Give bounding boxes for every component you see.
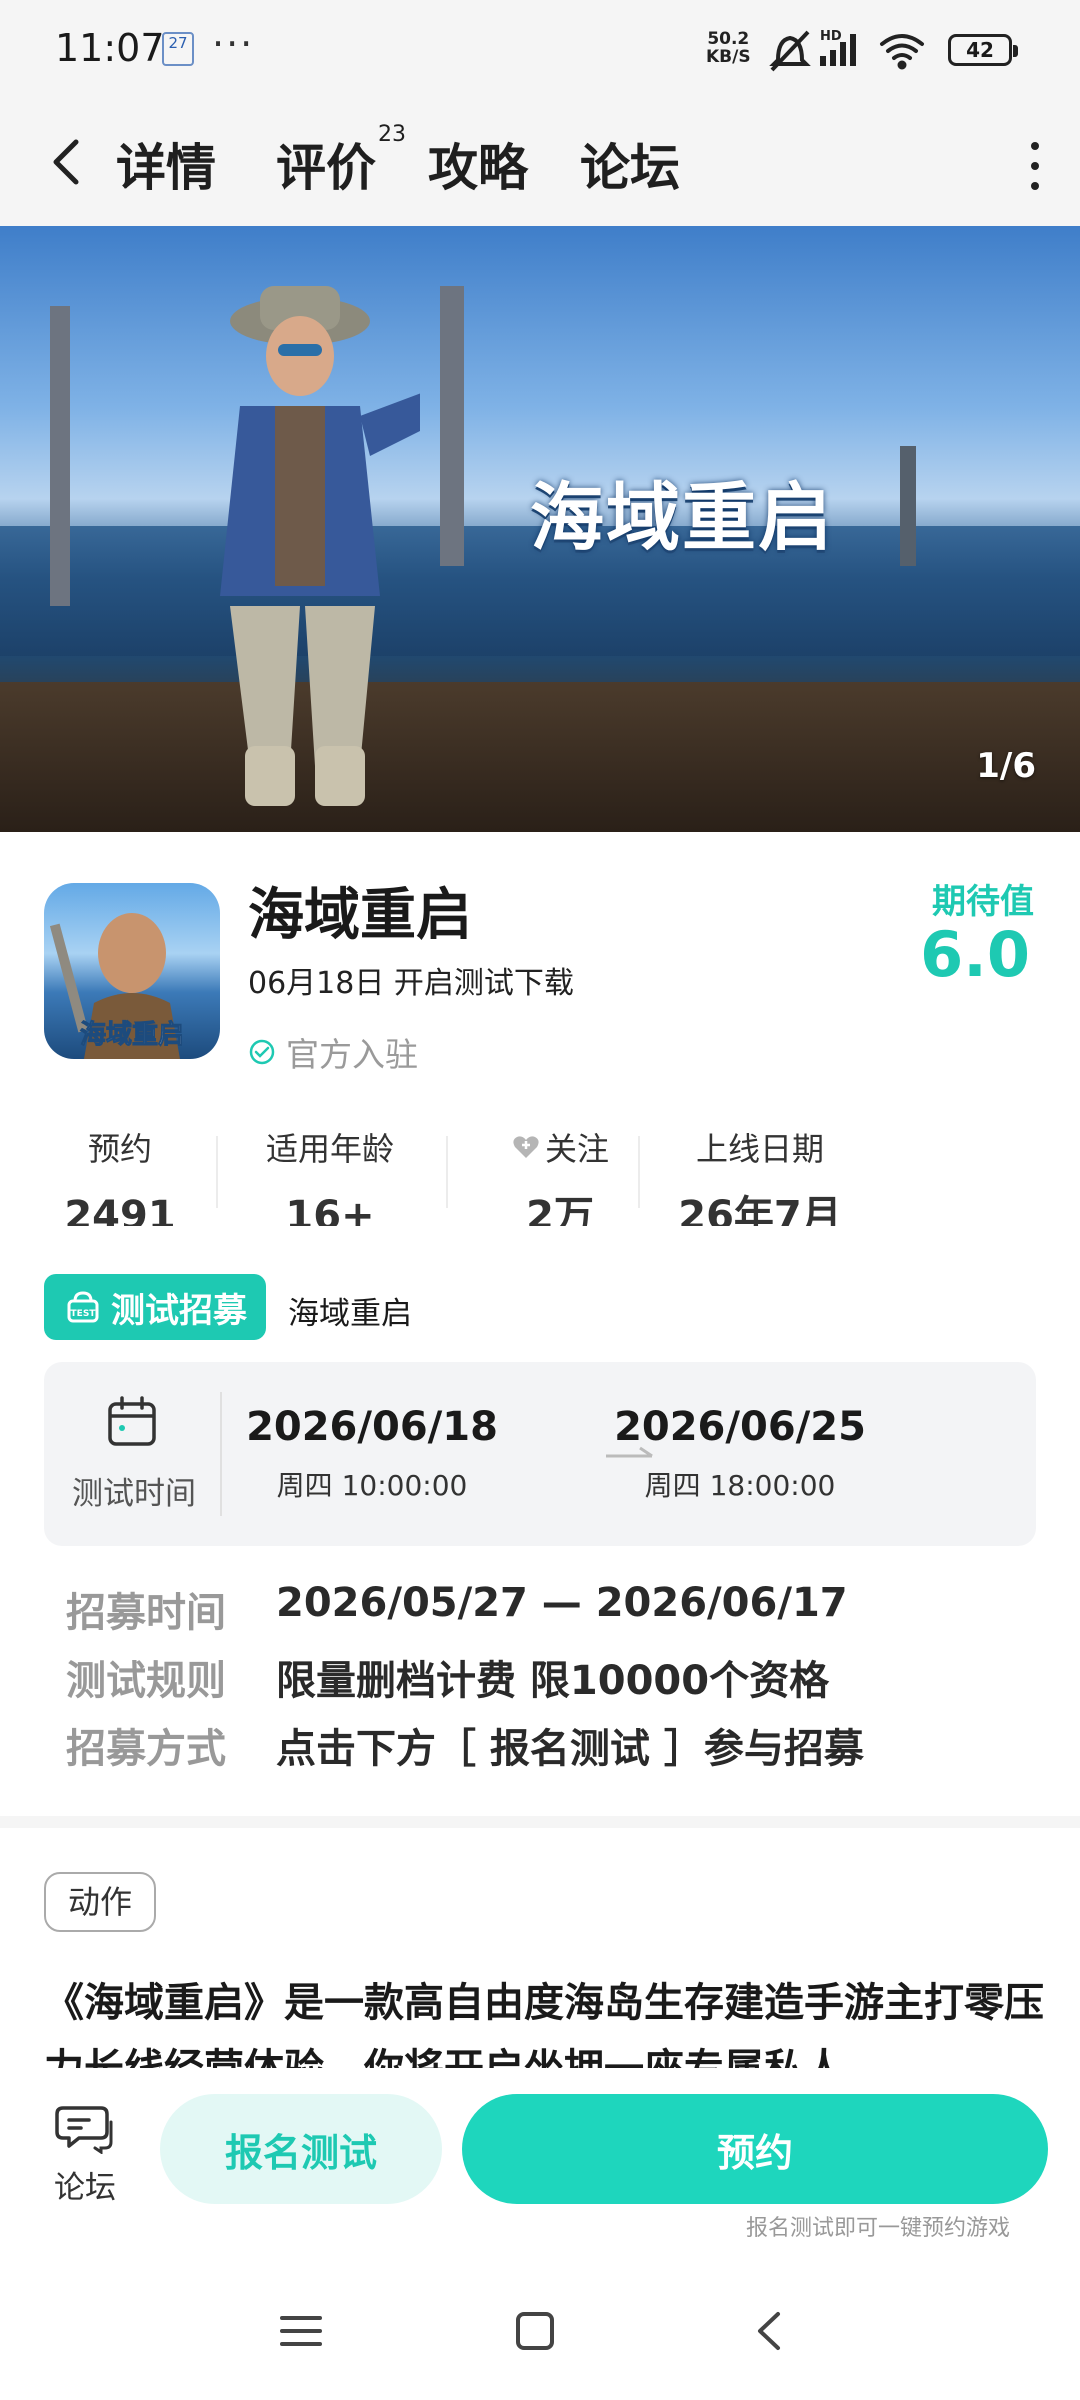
official-label: 官方入驻 xyxy=(286,1035,418,1074)
stat-reservations-label: 预约 xyxy=(87,1130,152,1168)
game-release-info: 06月18日 开启测试下载 xyxy=(248,966,574,1001)
system-nav-bar xyxy=(0,2258,1080,2400)
stat-age-label: 适用年龄 xyxy=(265,1130,394,1168)
recruit-game-name: 海域重启 xyxy=(288,1296,412,1332)
tab-forum-label: 论坛 xyxy=(580,139,680,197)
rule-value: 2026/05/27 — 2026/06/17 xyxy=(276,1580,848,1626)
calendar-notification-icon: 27 xyxy=(162,32,194,66)
stat-reservations: 预约 2491 xyxy=(60,1124,180,1226)
banner-page-counter: 1/6 xyxy=(976,746,1036,786)
tab-details-label: 详情 xyxy=(116,139,216,197)
banner-oil-rig xyxy=(50,306,70,606)
banner-ship xyxy=(900,446,916,566)
stat-divider xyxy=(446,1136,448,1208)
heart-plus-icon xyxy=(513,1136,539,1158)
tab-guides-label: 攻略 xyxy=(428,139,528,197)
mute-icon xyxy=(769,30,811,72)
rule-row-recruit-method: 招募方式 点击下方［ 报名测试 ］参与招募 xyxy=(66,1716,864,1774)
test-end-time: 周四 18:00:00 xyxy=(644,1469,836,1502)
stat-followers-value: 2万 xyxy=(526,1193,594,1226)
stat-age-value: 16+ xyxy=(285,1193,375,1226)
back-nav-icon[interactable] xyxy=(746,2306,796,2356)
banner-dock xyxy=(0,682,1080,832)
expectation-score: 6.0 xyxy=(920,918,1030,991)
calendar-icon xyxy=(108,1396,156,1446)
test-icon: TEST xyxy=(67,1291,99,1323)
game-icon: 海域重启 xyxy=(44,883,220,1059)
tab-details[interactable]: 详情 xyxy=(112,128,220,208)
wifi-icon xyxy=(880,34,924,70)
forum-label: 论坛 xyxy=(54,2170,116,2206)
battery-icon: 42 xyxy=(948,34,1018,66)
more-options-button[interactable] xyxy=(1020,136,1050,196)
test-time-card: 测试时间 2026/06/18 周四 10:00:00 2026/06/25 周… xyxy=(44,1362,1036,1546)
status-time: 11:07 xyxy=(55,26,165,70)
rule-value: 点击下方［ 报名测试 ］参与招募 xyxy=(276,1726,864,1772)
test-time-label: 测试时间 xyxy=(72,1476,196,1512)
banner-tower xyxy=(440,286,464,566)
reserve-button[interactable]: 预约 xyxy=(462,2094,1048,2204)
game-description: 《海域重启》是一款高自由度海岛生存建造手游主打零压力长线经营体验，你将开启坐拥一… xyxy=(44,1980,1044,2068)
rule-label: 测试规则 xyxy=(66,1658,226,1704)
bottom-action-bar: 论坛 报名测试 预约 报名测试即可一键预约游戏 xyxy=(0,2068,1080,2258)
stat-launch-label: 上线日期 xyxy=(695,1130,824,1168)
tab-reviews[interactable]: 评价 23 xyxy=(276,122,406,200)
tab-reviews-label: 评价 xyxy=(276,139,376,197)
test-card-divider xyxy=(220,1392,222,1516)
banner-character xyxy=(220,286,420,806)
home-icon[interactable] xyxy=(510,2306,560,2356)
verified-check-icon xyxy=(249,1039,275,1065)
rule-label: 招募时间 xyxy=(66,1590,226,1636)
stat-launch-date: 上线日期 26年7月 xyxy=(660,1124,860,1226)
forum-button[interactable]: 论坛 xyxy=(40,2102,130,2212)
stat-divider xyxy=(638,1136,640,1208)
tab-guides[interactable]: 攻略 xyxy=(428,128,528,200)
test-time-header: 测试时间 xyxy=(44,1362,220,1546)
tab-forum[interactable]: 论坛 xyxy=(580,128,680,200)
hd-label: HD xyxy=(820,29,842,44)
section-divider xyxy=(0,1816,1080,1828)
test-start-date: 2026/06/18 xyxy=(246,1404,498,1450)
expectation-label: 期待值 xyxy=(932,882,1034,922)
rule-row-recruit-time: 招募时间 2026/05/27 — 2026/06/17 xyxy=(66,1580,848,1638)
genre-tag[interactable]: 动作 xyxy=(44,1872,157,1932)
stat-divider xyxy=(216,1136,218,1208)
official-badge: 官方入驻 xyxy=(248,1028,418,1076)
banner-game-logo: 海域重启 xyxy=(530,475,834,561)
back-button[interactable] xyxy=(40,130,96,194)
test-start: 2026/06/18 周四 10:00:00 xyxy=(242,1404,502,1504)
test-recruit-label: 测试招募 xyxy=(111,1290,247,1331)
network-speed-unit: KB/S xyxy=(706,47,751,67)
network-speed-value: 50.2 xyxy=(707,29,750,49)
stat-followers-text: 关注 xyxy=(544,1130,609,1168)
stat-followers[interactable]: 关注 2万 xyxy=(480,1124,640,1226)
stat-reservations-value: 2491 xyxy=(64,1193,176,1226)
test-recruit-badge: TEST 测试招募 xyxy=(44,1274,266,1340)
test-end: 2026/06/25 周四 18:00:00 xyxy=(610,1404,870,1504)
test-start-time: 周四 10:00:00 xyxy=(276,1469,468,1502)
reserve-hint: 报名测试即可一键预约游戏 xyxy=(745,2216,1010,2241)
status-bar: 11:07 27 ··· 50.2 KB/S HD 42 xyxy=(0,0,1080,100)
signup-test-button[interactable]: 报名测试 xyxy=(160,2094,442,2204)
network-speed: 50.2 KB/S xyxy=(706,30,751,66)
game-icon-art: 海域重启 xyxy=(49,913,185,1059)
rule-row-test-rules: 测试规则 限量删档计费 限10000个资格 xyxy=(66,1648,829,1706)
test-end-date: 2026/06/25 xyxy=(614,1404,866,1450)
test-icon-text: TEST xyxy=(71,1309,97,1319)
rule-value: 限量删档计费 限10000个资格 xyxy=(276,1658,830,1704)
menu-icon[interactable] xyxy=(276,2306,326,2356)
top-nav: 详情 评价 23 攻略 论坛 xyxy=(0,100,1080,226)
forum-chat-icon xyxy=(55,2106,113,2154)
game-title: 海域重启 xyxy=(248,883,472,948)
stat-age-rating: 适用年龄 16+ xyxy=(250,1124,410,1226)
banner-carousel[interactable]: 海域重启 1/6 xyxy=(0,226,1080,832)
more-notifications-icon: ··· xyxy=(212,22,255,66)
stat-followers-label: 关注 xyxy=(480,1124,640,1170)
reviews-count-badge: 23 xyxy=(378,122,406,147)
game-icon-label: 海域重启 xyxy=(80,1019,184,1050)
rule-label: 招募方式 xyxy=(66,1726,226,1772)
stat-launch-value: 26年7月 xyxy=(678,1193,842,1226)
